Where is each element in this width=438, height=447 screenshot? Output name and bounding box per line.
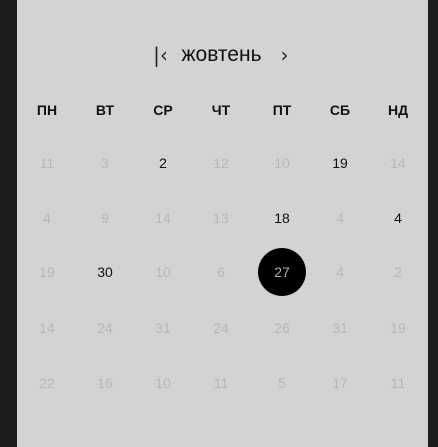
day-cell[interactable]: 11 (23, 139, 71, 187)
selected-day[interactable]: 27 (258, 248, 306, 296)
day-cell[interactable]: 2 (139, 139, 187, 187)
day-cell[interactable]: 2 (374, 248, 422, 296)
day-cell[interactable]: 16 (81, 359, 129, 407)
day-cell[interactable]: 14 (139, 194, 187, 242)
day-cell[interactable]: 13 (197, 194, 245, 242)
weekday-label: ЧТ (211, 102, 231, 118)
day-cell[interactable]: 24 (197, 304, 245, 352)
weekday-label: СР (153, 102, 173, 118)
day-cell[interactable]: 4 (23, 194, 71, 242)
calendar-panel: |‹ жовтень › ПН ВТ СР ЧТ ПТ СБ НД 11 3 2 12 10 19 14… (17, 0, 428, 447)
day-cell[interactable]: 4 (316, 194, 364, 242)
day-cell[interactable]: 19 (374, 304, 422, 352)
day-cell[interactable]: 11 (374, 359, 422, 407)
prev-month-icon[interactable]: |‹ (151, 43, 169, 67)
weekday-label: НД (387, 102, 409, 118)
day-cell[interactable]: 31 (316, 304, 364, 352)
day-cell[interactable]: 17 (316, 359, 364, 407)
day-cell[interactable]: 9 (81, 194, 129, 242)
day-cell[interactable]: 4 (316, 248, 364, 296)
day-cell[interactable]: 11 (197, 359, 245, 407)
day-cell[interactable]: 5 (258, 359, 306, 407)
day-cell[interactable]: 4 (374, 194, 422, 242)
day-cell[interactable]: 14 (374, 139, 422, 187)
day-cell[interactable]: 12 (197, 139, 245, 187)
weekday-label: ПТ (272, 102, 292, 118)
day-cell[interactable]: 10 (139, 248, 187, 296)
day-cell[interactable]: 31 (139, 304, 187, 352)
next-month-icon[interactable]: › (276, 43, 294, 67)
day-cell[interactable]: 18 (258, 194, 306, 242)
month-title: жовтень (181, 43, 262, 66)
day-cell[interactable]: 10 (139, 359, 187, 407)
weekday-label: ПН (36, 102, 58, 118)
calendar-header: |‹ жовтень › (17, 40, 428, 70)
day-cell[interactable]: 6 (197, 248, 245, 296)
day-cell[interactable]: 22 (23, 359, 71, 407)
day-cell[interactable]: 3 (81, 139, 129, 187)
day-cell[interactable]: 24 (81, 304, 129, 352)
weekday-header-row: ПН ВТ СР ЧТ ПТ СБ НД (17, 98, 428, 122)
weekday-label: СБ (329, 102, 351, 118)
day-cell[interactable]: 14 (23, 304, 71, 352)
day-cell[interactable]: 19 (316, 139, 364, 187)
day-cell[interactable]: 10 (258, 139, 306, 187)
day-cell[interactable]: 30 (81, 248, 129, 296)
day-cell[interactable]: 26 (258, 304, 306, 352)
weekday-label: ВТ (95, 102, 115, 118)
day-cell[interactable]: 19 (23, 248, 71, 296)
